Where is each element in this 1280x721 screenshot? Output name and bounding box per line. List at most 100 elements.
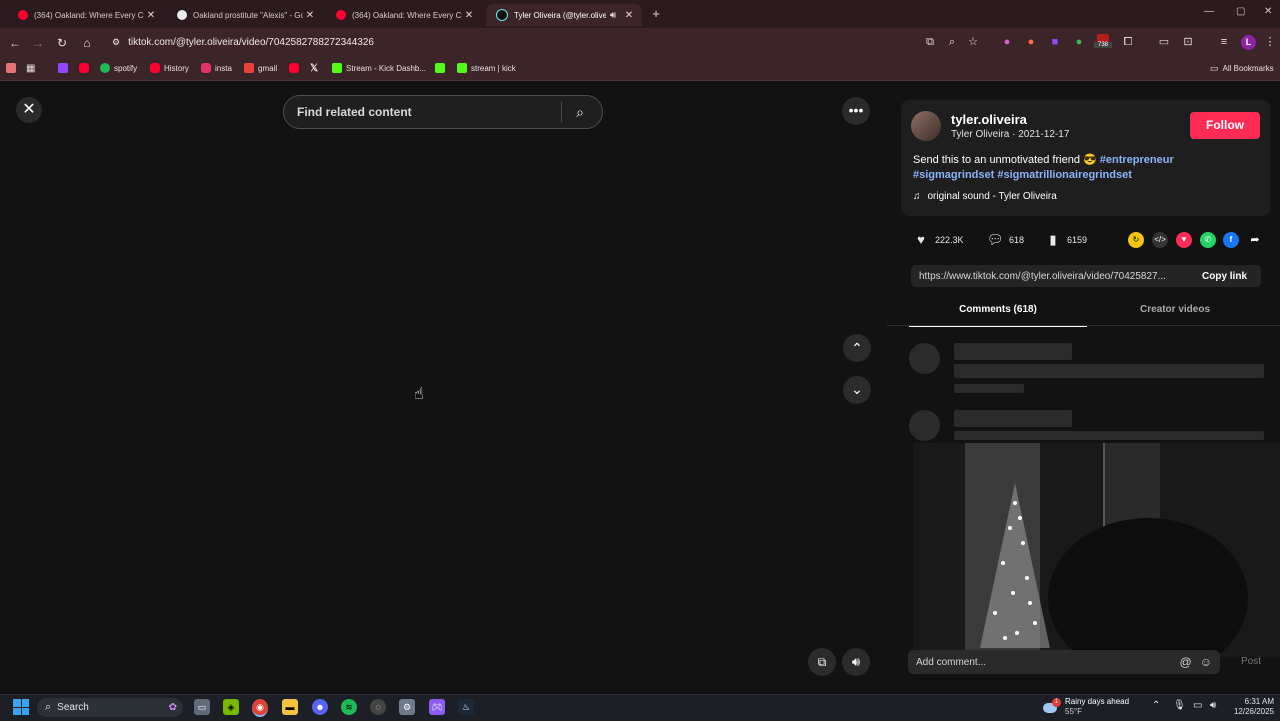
file-explorer-icon[interactable]: ▬: [282, 699, 298, 715]
bookmark-insta[interactable]: insta: [201, 61, 232, 75]
bookmark-star-icon[interactable]: ☆: [965, 34, 981, 50]
forward-button[interactable]: →: [29, 34, 47, 52]
home-button[interactable]: ⌂: [78, 34, 96, 52]
bookmark-kick-dashboard[interactable]: Stream - Kick Dashb...: [332, 61, 426, 75]
extension-icon[interactable]: ●: [1023, 34, 1039, 50]
pip-button[interactable]: ⧉: [808, 648, 836, 676]
address-bar[interactable]: ⚙︎ tiktok.com/@tyler.oliveira/video/7042…: [104, 32, 864, 53]
bookmark-twitch[interactable]: [58, 61, 72, 75]
previous-video-button[interactable]: ⌃: [843, 334, 871, 362]
browser-tab[interactable]: (364) Oakland: Where Every Cr ✕: [8, 4, 164, 26]
browser-menu-icon[interactable]: ⋮: [1262, 34, 1278, 50]
bookmark-youtube[interactable]: [289, 61, 303, 75]
bookmark-apps-icon[interactable]: [6, 61, 20, 75]
bookmark-kick[interactable]: [435, 61, 449, 75]
comment-stat[interactable]: 💬︎ 618: [987, 232, 1024, 248]
tab-close-icon[interactable]: ✕: [303, 10, 317, 21]
show-hidden-icons-chevron-icon[interactable]: ⌃: [1152, 700, 1160, 711]
settings-icon[interactable]: ⚙︎: [399, 699, 415, 715]
bookmark-stream-kick[interactable]: stream | kick: [457, 61, 516, 75]
emoji-icon[interactable]: ☺: [1200, 655, 1212, 669]
apps-grid-icon[interactable]: ▦: [26, 61, 35, 75]
extension-icon[interactable]: ●: [999, 34, 1015, 50]
site-info-icon[interactable]: ⚙︎: [112, 37, 120, 48]
bookmark-x[interactable]: 𝕏: [310, 61, 322, 75]
close-window-button[interactable]: ✕: [1264, 6, 1272, 17]
save-stat[interactable]: ▮ 6159: [1045, 232, 1087, 248]
screenshot-icon[interactable]: ⊡: [1180, 34, 1196, 50]
creator-username[interactable]: tyler.oliveira: [951, 112, 1027, 127]
next-video-button[interactable]: ⌄: [843, 376, 871, 404]
task-view-icon[interactable]: ▭: [194, 699, 210, 715]
browser-tab[interactable]: Oakland prostitute "Alexis" - Go ✕: [167, 4, 323, 26]
video-link-text[interactable]: https://www.tiktok.com/@tyler.oliveira/v…: [919, 271, 1194, 282]
game-controller-icon[interactable]: 🎮︎: [429, 699, 445, 715]
like-stat[interactable]: ♥ 222.3K: [913, 232, 963, 248]
send-to-friend-icon[interactable]: ▼: [1176, 232, 1192, 248]
profile-avatar[interactable]: L: [1241, 35, 1256, 50]
tab-creator-videos[interactable]: Creator videos: [1087, 300, 1263, 325]
taskbar-search-box[interactable]: ⌕ Search ✿: [37, 698, 183, 717]
microphone-icon[interactable]: 🎙︎: [1173, 700, 1186, 711]
creator-avatar[interactable]: [911, 111, 941, 141]
new-tab-button[interactable]: +: [648, 6, 664, 22]
steam-icon[interactable]: ♨: [458, 699, 474, 715]
twitch-extension-icon[interactable]: ■: [1047, 34, 1063, 50]
extensions-puzzle-icon[interactable]: ⧠: [1120, 34, 1136, 50]
add-comment-input[interactable]: Add comment...: [916, 657, 1180, 668]
copilot-search-highlight-icon: ✿: [168, 702, 177, 713]
minimize-window-button[interactable]: —: [1204, 6, 1214, 17]
facebook-icon[interactable]: f: [1223, 232, 1239, 248]
weather-widget[interactable]: 1 Rainy days ahead 55°F: [1043, 697, 1129, 717]
nvidia-icon[interactable]: ◈: [223, 699, 239, 715]
post-comment-button[interactable]: Post: [1241, 656, 1261, 667]
discord-icon[interactable]: ☻: [312, 699, 328, 715]
bookmark-label: gmail: [258, 63, 278, 73]
close-video-button[interactable]: ✕: [16, 97, 42, 123]
hashtag-link[interactable]: #sigmatrillionairegrindset: [997, 169, 1131, 181]
hashtag-link[interactable]: #entrepreneur: [1100, 154, 1174, 166]
all-bookmarks-folder[interactable]: ▭ All Bookmarks: [1210, 61, 1274, 75]
reading-list-icon[interactable]: ≡: [1216, 34, 1232, 50]
browser-tab[interactable]: (364) Oakland: Where Every Cr ✕: [326, 4, 482, 26]
bookmark-history[interactable]: History: [150, 61, 189, 75]
sound-link[interactable]: ♫ original sound - Tyler Oliveira: [913, 191, 1057, 202]
repost-icon[interactable]: ↻: [1128, 232, 1144, 248]
system-clock[interactable]: 6:31 AM 12/26/2025: [1230, 697, 1274, 717]
search-icon[interactable]: ⌕: [562, 104, 598, 121]
spotify-icon[interactable]: ≋: [341, 699, 357, 715]
ublock-extension-icon[interactable]: 738: [1094, 34, 1112, 50]
extension-icon[interactable]: ●: [1071, 34, 1087, 50]
obs-icon[interactable]: ◌: [370, 699, 386, 715]
hashtag-link[interactable]: #sigmagrindset: [913, 169, 994, 181]
related-search-input[interactable]: [295, 104, 561, 120]
copy-link-button[interactable]: Copy link: [1202, 271, 1247, 282]
windows-start-icon[interactable]: [13, 699, 29, 715]
tab-close-icon[interactable]: ✕: [622, 10, 636, 21]
embed-icon[interactable]: </>: [1152, 232, 1168, 248]
mention-icon[interactable]: @: [1180, 655, 1192, 669]
volume-icon[interactable]: 🔊︎: [1210, 700, 1216, 711]
maximize-window-button[interactable]: ▢: [1236, 6, 1245, 17]
tab-close-icon[interactable]: ✕: [462, 10, 476, 21]
tab-close-icon[interactable]: ✕: [144, 10, 158, 21]
bookmark-gmail[interactable]: gmail: [244, 61, 277, 75]
more-options-button[interactable]: •••: [842, 97, 870, 125]
share-arrow-icon[interactable]: ➦: [1247, 232, 1263, 248]
reload-button[interactable]: ↻: [53, 34, 71, 52]
network-icon[interactable]: ▭: [1193, 700, 1202, 711]
whatsapp-icon[interactable]: ✆: [1200, 232, 1216, 248]
zoom-icon[interactable]: ⌕: [944, 34, 960, 50]
install-app-icon[interactable]: ⧉: [922, 34, 938, 50]
bookmark-youtube[interactable]: [79, 61, 93, 75]
back-button[interactable]: ←: [6, 34, 24, 52]
follow-button[interactable]: Follow: [1190, 112, 1260, 139]
tab-audio-icon[interactable]: 🔊︎: [606, 10, 620, 21]
browser-tab-active[interactable]: Tyler Oliveira (@tyler.olivei 🔊︎ ✕: [486, 4, 642, 26]
tab-comments[interactable]: Comments (618): [909, 300, 1087, 327]
add-comment-bar[interactable]: Add comment... @ ☺: [908, 650, 1220, 674]
bookmark-spotify[interactable]: spotify: [100, 61, 137, 75]
sidebar-icon[interactable]: ▭: [1156, 34, 1172, 50]
chrome-icon[interactable]: ◉: [252, 699, 268, 717]
volume-button[interactable]: 🔊︎: [842, 648, 870, 676]
